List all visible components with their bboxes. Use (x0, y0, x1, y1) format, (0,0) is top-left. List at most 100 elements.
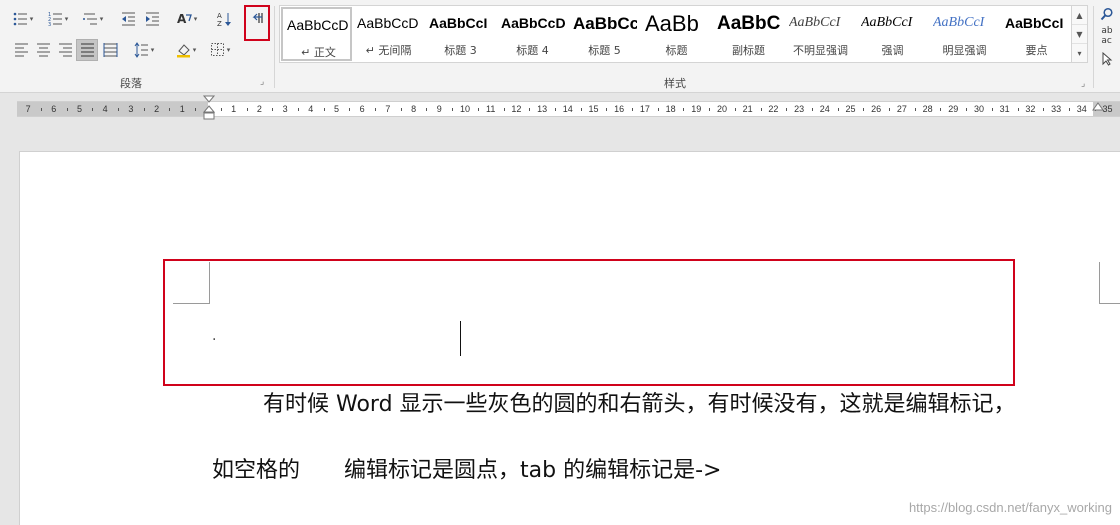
gallery-more-icon[interactable]: ▾ (1072, 44, 1087, 63)
shading-button[interactable]: ▾ (169, 39, 203, 61)
ruler-number: 23 (794, 104, 805, 114)
paragraph-group: ▾ 1 2 3 ▾ ▾ A ▾ A Z ▾ ▾ ▾ 段落 ⌟ (0, 0, 274, 93)
styles-gallery: AaBbCcD ↵ 正文 AaBbCcD ↵ 无间隔 AaBbCcI 标题 3 AaBbCc… (279, 5, 1072, 63)
word-window: ▾ 1 2 3 ▾ ▾ A ▾ A Z ▾ ▾ ▾ 段落 ⌟ AaBbCcD ↵ 正文 AaBbCcD ↵ … (0, 0, 1120, 525)
sort-icon: AZ (217, 12, 231, 27)
ruler-number: 21 (742, 104, 753, 114)
ruler-number: 33 (1051, 104, 1062, 114)
ruler-tick (1068, 108, 1070, 111)
ruler-number: 5 (76, 104, 83, 114)
style-tile[interactable]: AaBbCcI 不明显强调 (785, 7, 856, 61)
borders-button[interactable]: ▾ (205, 39, 235, 61)
ruler-tick (811, 108, 813, 111)
style-sample: AaBbCcI (429, 15, 488, 31)
cursor-arrow-icon (1102, 52, 1113, 66)
document-line-1: 有时候 Word 显示一些灰色的圆的和右箭头，有时候没有，这就是编辑标记， (263, 392, 1016, 417)
select-button[interactable] (1097, 48, 1117, 70)
bullets-icon (13, 12, 27, 26)
ruler-tick (1017, 108, 1019, 111)
ruler-tick (683, 108, 685, 111)
gallery-up-icon[interactable]: ▲ (1072, 6, 1087, 25)
paragraph-group-label: 段落 (120, 77, 142, 90)
increase-indent-button[interactable] (141, 8, 163, 30)
style-tile[interactable]: AaBbCcD ↵ 无间隔 (353, 7, 424, 61)
ruler-number: 11 (486, 104, 496, 114)
shading-icon (176, 44, 190, 58)
ruler-tick (837, 108, 839, 111)
ruler-number: 31 (999, 104, 1010, 114)
distributed-button[interactable] (99, 39, 121, 61)
find-button[interactable] (1097, 3, 1117, 25)
style-name: 要点 (1025, 44, 1048, 57)
ruler-tick (400, 108, 402, 111)
ruler-number: 29 (948, 104, 959, 114)
ruler-number: 25 (845, 104, 856, 114)
justify-button[interactable] (76, 39, 98, 61)
ruler-tick (632, 108, 634, 111)
decrease-indent-icon (121, 12, 135, 26)
chinese-layout-icon: A (177, 12, 192, 26)
ruler-tick (118, 108, 120, 111)
style-tile[interactable]: AaBbCcI 标题 3 (425, 7, 496, 61)
numbering-button[interactable]: 1 2 3 ▾ (44, 8, 72, 30)
watermark: https://blog.csdn.net/fanyx_working (908, 500, 1112, 515)
replace-icon: ab ac (1101, 26, 1113, 46)
style-tile[interactable]: AaBbCcI 要点 (1001, 7, 1072, 61)
ruler-number: 18 (665, 104, 676, 114)
style-sample: AaBbCcD (357, 15, 419, 31)
ruler-tick (786, 108, 788, 111)
style-name: 副标题 (732, 44, 765, 57)
style-name: 明显强调 (942, 44, 987, 57)
ruler-number: 3 (282, 104, 288, 114)
ruler-tick (760, 108, 762, 111)
style-tile[interactable]: AaBbCcD ↵ 正文 (281, 7, 352, 61)
ruler-tick (657, 108, 659, 111)
multilevel-list-button[interactable]: ▾ (78, 8, 108, 30)
ruler-number: 16 (614, 104, 625, 114)
ruler-tick (940, 108, 942, 111)
replace-button[interactable]: ab ac (1097, 25, 1117, 47)
ruler-number: 7 (25, 104, 31, 114)
multilevel-list-icon (82, 13, 97, 25)
ruler-tick (734, 108, 736, 111)
style-name: 强调 (881, 44, 904, 57)
style-tile[interactable]: AaBb 标题 (641, 7, 712, 61)
horizontal-ruler-bar: 7 6 5 4 3 2 1 1 2 3 4 5 6 7 8 9 10 11 12 13 14 15 16 17 18 19 20 21… (0, 94, 1120, 124)
sort-button[interactable]: AZ (213, 8, 235, 30)
chinese-layout-button[interactable]: A ▾ (170, 8, 204, 30)
ruler-number: 14 (562, 104, 573, 114)
style-sample: AaBbC (717, 12, 781, 34)
decrease-indent-button[interactable] (117, 8, 139, 30)
bullets-button[interactable]: ▾ (9, 8, 37, 30)
style-tile[interactable]: AaBbCc 标题 5 (569, 7, 640, 61)
paragraph-dialog-launcher-icon[interactable]: ⌟ (260, 78, 269, 87)
align-center-button[interactable] (32, 39, 54, 61)
styles-dialog-launcher-icon[interactable]: ⌟ (1081, 80, 1090, 89)
align-right-button[interactable] (54, 39, 76, 61)
line-spacing-button[interactable]: ▾ (128, 39, 160, 61)
crop-mark (1099, 262, 1120, 304)
style-tile[interactable]: AaBbCcI 强调 (857, 7, 928, 61)
style-name: 不明显强调 (793, 44, 848, 57)
ruler-tick (503, 108, 505, 111)
ruler-number: 6 (51, 104, 57, 114)
style-name: ↵ 无间隔 (365, 44, 412, 57)
ruler-number: 24 (819, 104, 830, 114)
ruler-number: 17 (639, 104, 650, 114)
align-left-button[interactable] (10, 39, 32, 61)
ruler-number: 9 (436, 104, 442, 114)
ruler-tick (92, 108, 94, 111)
gallery-down-icon[interactable]: ▼ (1072, 25, 1087, 44)
ruler-tick (40, 108, 42, 111)
ruler-tick (477, 108, 479, 111)
indent-marker-icon[interactable] (203, 94, 215, 124)
ruler-tick (889, 108, 891, 111)
style-sample: AaBbCc (573, 13, 637, 33)
style-tile[interactable]: AaBbCcI 明显强调 (929, 7, 1000, 61)
style-tile[interactable]: AaBbCcD 标题 4 (497, 7, 568, 61)
style-tile[interactable]: AaBbC 副标题 (713, 7, 784, 61)
right-indent-marker-icon[interactable] (1092, 101, 1104, 115)
ruler-tick (349, 108, 351, 111)
svg-text:A: A (217, 12, 222, 20)
horizontal-ruler[interactable]: 7 6 5 4 3 2 1 1 2 3 4 5 6 7 8 9 10 11 12 13 14 15 16 17 18 19 20 21… (17, 101, 1120, 117)
